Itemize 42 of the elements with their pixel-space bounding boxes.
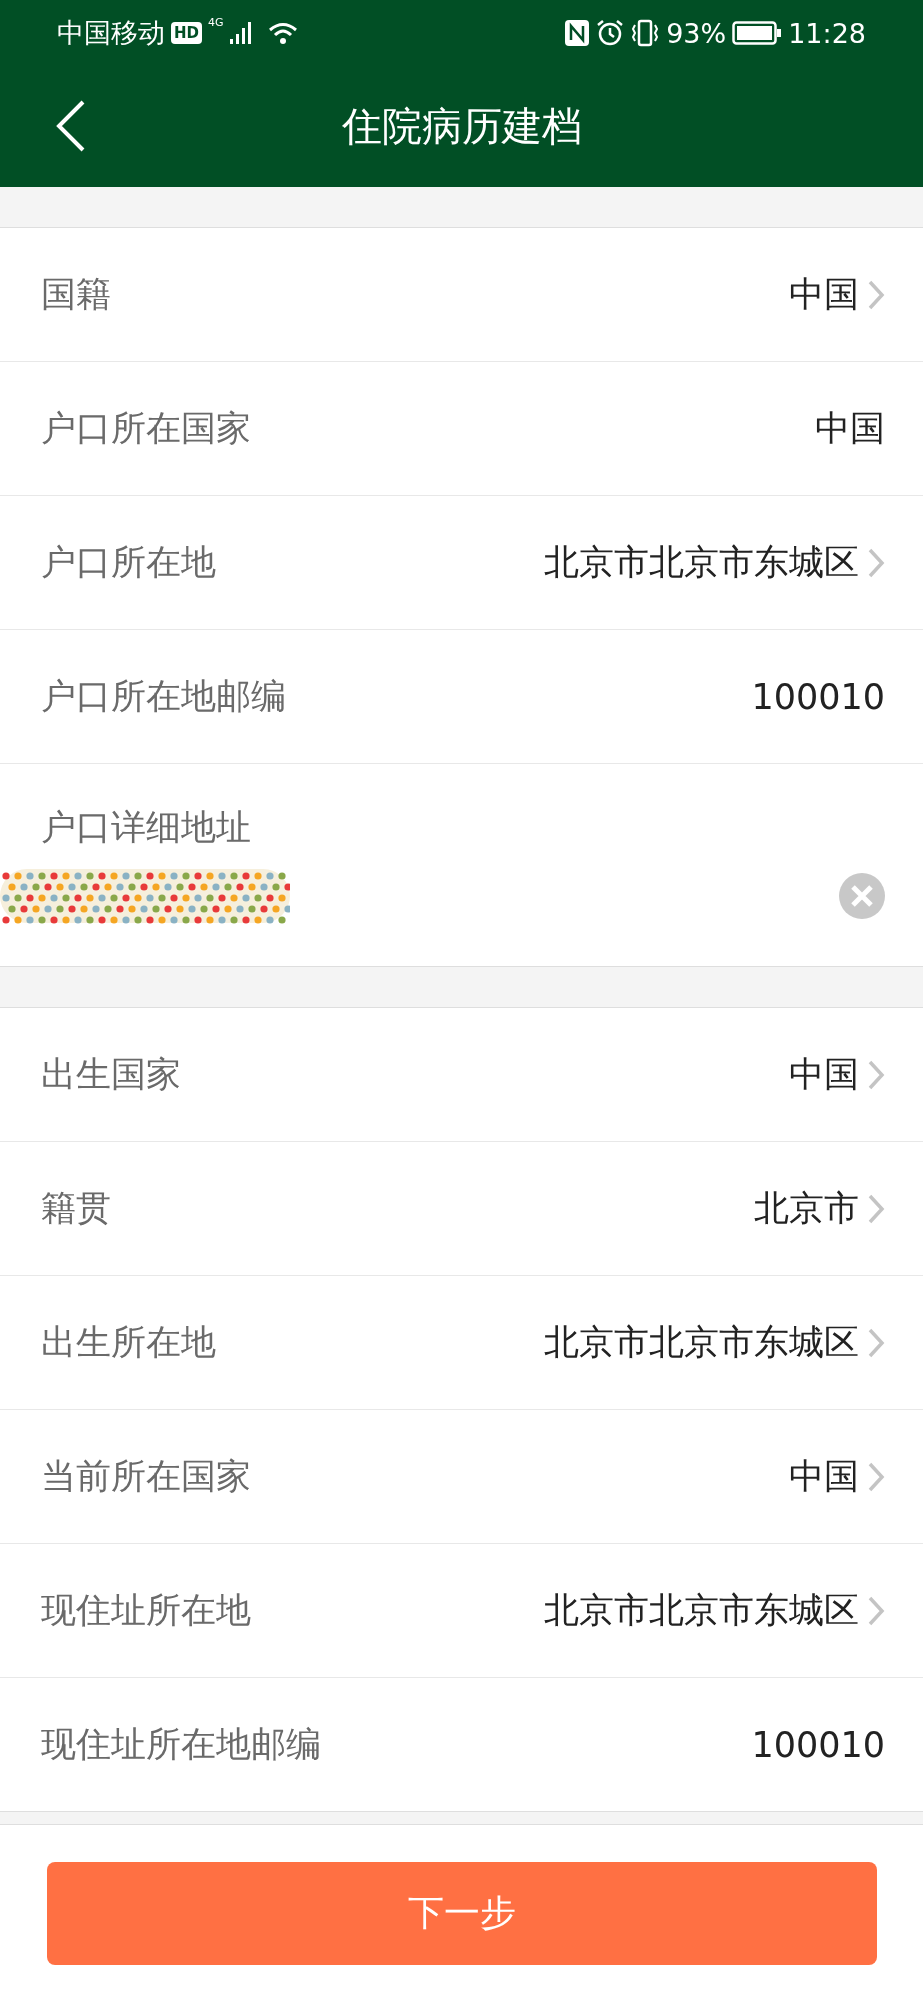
chevron-icon (867, 546, 885, 579)
field-value: 北京市北京市东城区 (544, 1589, 859, 1632)
hd-badge: HD (171, 22, 202, 44)
field-label: 户口所在地 (41, 541, 217, 584)
field-label: 户口详细地址 (40, 806, 252, 849)
battery-icon (732, 21, 783, 45)
field-label: 户口所在国家 (41, 407, 252, 450)
network-type: 4G (208, 16, 224, 29)
field-value: 北京市 (754, 1187, 859, 1230)
vibrate-icon (630, 19, 661, 47)
chevron-icon (867, 1594, 885, 1627)
alarm-icon (596, 19, 625, 47)
wifi-icon (267, 21, 298, 45)
field-label: 户口所在地邮编 (41, 675, 287, 718)
field-value: 中国 (815, 407, 885, 450)
field-label: 现住址所在地 (41, 1589, 252, 1632)
chevron-icon (867, 278, 885, 311)
chevron-icon (867, 1460, 885, 1493)
field-label: 国籍 (41, 273, 112, 316)
next-button[interactable]: 下一步 (46, 1862, 877, 1965)
field-value: 100010 (751, 1724, 885, 1765)
field-label: 出生所在地 (41, 1321, 217, 1364)
page-title: 住院病历建档 (341, 102, 582, 151)
field-label: 出生国家 (41, 1053, 182, 1096)
field-label: 当前所在国家 (41, 1455, 252, 1498)
chevron-icon (867, 1192, 885, 1225)
battery-percent: 93% (666, 17, 727, 49)
field-value: 中国 (789, 273, 859, 316)
chevron-icon (867, 1058, 885, 1091)
field-value: 北京市北京市东城区 (544, 541, 859, 584)
nfc-icon (564, 19, 591, 47)
back-icon[interactable] (56, 100, 86, 152)
field-value: 中国 (789, 1053, 859, 1096)
signal-icon (229, 22, 252, 44)
field-value: 100010 (751, 676, 885, 717)
field-value: 北京市北京市东城区 (544, 1321, 859, 1364)
field-label: 现住址所在地邮编 (41, 1723, 322, 1766)
chevron-icon (867, 1326, 885, 1359)
field-label: 籍贯 (41, 1187, 112, 1230)
clock-time: 11:28 (788, 17, 866, 49)
field-value: 中国 (789, 1455, 859, 1498)
carrier-name: 中国移动 (57, 16, 165, 50)
